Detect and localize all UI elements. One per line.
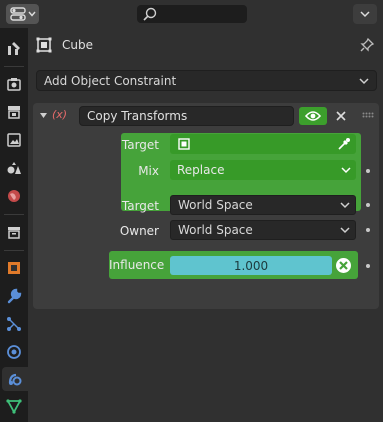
search-input[interactable] — [137, 5, 247, 23]
mesh-data-icon — [6, 399, 22, 414]
tab-physics[interactable] — [2, 340, 26, 364]
object-name: Cube — [62, 38, 93, 52]
output-icon — [8, 106, 20, 119]
chevron-down-icon — [341, 167, 351, 174]
tab-world[interactable] — [2, 184, 26, 208]
object-icon — [178, 138, 190, 150]
particles-icon — [7, 317, 21, 331]
tab-collection[interactable] — [2, 220, 26, 244]
properties-tab-bar — [0, 28, 28, 422]
tab-object-data[interactable] — [2, 394, 26, 418]
pin-icon — [360, 37, 375, 52]
add-object-constraint-dropdown[interactable]: Add Object Constraint — [36, 70, 377, 91]
influence-slider[interactable]: 1.000 — [170, 256, 332, 275]
tab-scene[interactable] — [2, 156, 26, 180]
owner-space-label: Owner — [119, 224, 159, 238]
target-space-label: Target — [121, 199, 159, 213]
properties-editor-icon — [10, 7, 26, 21]
tab-separator — [4, 214, 24, 215]
editor-type-button[interactable] — [6, 4, 39, 24]
tab-particles[interactable] — [2, 312, 26, 336]
disable-keep-transform-button[interactable] — [335, 257, 352, 274]
constraint-icon — [8, 373, 22, 386]
scene-icon — [7, 162, 21, 174]
tab-tool[interactable] — [2, 36, 26, 60]
world-icon — [8, 190, 20, 202]
pin-button[interactable] — [359, 37, 375, 56]
tab-object[interactable] — [2, 256, 26, 280]
influence-value: 1.000 — [233, 258, 269, 273]
chevron-down-icon — [28, 11, 36, 17]
constraint-panel-copy-transforms: (x) Copy Transforms Target Mix Replace T… — [33, 103, 379, 309]
render-icon — [7, 78, 21, 91]
mix-label: Mix — [138, 164, 159, 178]
tab-separator — [4, 250, 24, 251]
object-icon — [36, 37, 52, 53]
mix-dropdown[interactable]: Replace — [170, 160, 356, 180]
tab-view-layer[interactable] — [2, 128, 26, 152]
mix-value: Replace — [177, 163, 225, 177]
view-layer-icon — [7, 133, 21, 147]
collection-icon — [8, 227, 20, 239]
keyframe-dot[interactable] — [366, 228, 370, 232]
target-label: Target — [121, 138, 159, 152]
tab-modifiers[interactable] — [2, 284, 26, 308]
keyframe-dot[interactable] — [366, 264, 370, 268]
physics-icon — [7, 345, 21, 359]
add-object-constraint-label: Add Object Constraint — [44, 73, 177, 88]
constraint-panel-header[interactable]: (x) Copy Transforms — [33, 103, 379, 129]
expand-arrow-icon[interactable] — [39, 111, 48, 120]
delete-constraint-button[interactable] — [333, 108, 349, 124]
tab-object-constraints[interactable] — [2, 367, 28, 391]
tab-render[interactable] — [2, 72, 26, 96]
target-object-field[interactable] — [170, 134, 356, 154]
enable-toggle-button[interactable] — [299, 107, 327, 125]
target-space-dropdown[interactable]: World Space — [170, 195, 356, 215]
chevron-down-icon — [360, 10, 370, 17]
target-space-value: World Space — [178, 198, 253, 212]
wrench-icon — [7, 288, 22, 304]
owner-space-value: World Space — [178, 223, 253, 237]
constraint-name: Copy Transforms — [87, 109, 188, 123]
constraint-name-field[interactable]: Copy Transforms — [79, 106, 294, 126]
tab-output[interactable] — [2, 100, 26, 124]
constraint-type-icon: (x) — [52, 108, 68, 121]
header-bar — [0, 0, 383, 28]
object-icon — [8, 262, 20, 274]
tab-separator — [4, 66, 24, 67]
object-context-row: Cube — [36, 36, 93, 54]
close-icon — [336, 111, 346, 121]
influence-label: Influence — [109, 258, 165, 272]
drag-handle-icon[interactable] — [362, 112, 374, 118]
chevron-down-icon — [340, 227, 350, 234]
eyedropper-icon[interactable] — [337, 137, 351, 151]
search-icon — [143, 7, 157, 21]
chevron-down-icon — [340, 202, 350, 209]
chevron-down-icon — [359, 78, 369, 85]
keyframe-dot[interactable] — [366, 203, 370, 207]
eye-icon — [305, 111, 321, 121]
properties-main-area: Cube Add Object Constraint (x) Copy Tran… — [28, 28, 383, 422]
keyframe-dot[interactable] — [366, 169, 370, 173]
owner-space-dropdown[interactable]: World Space — [170, 220, 356, 240]
options-dropdown-button[interactable] — [353, 4, 377, 24]
tool-icon — [8, 42, 20, 55]
